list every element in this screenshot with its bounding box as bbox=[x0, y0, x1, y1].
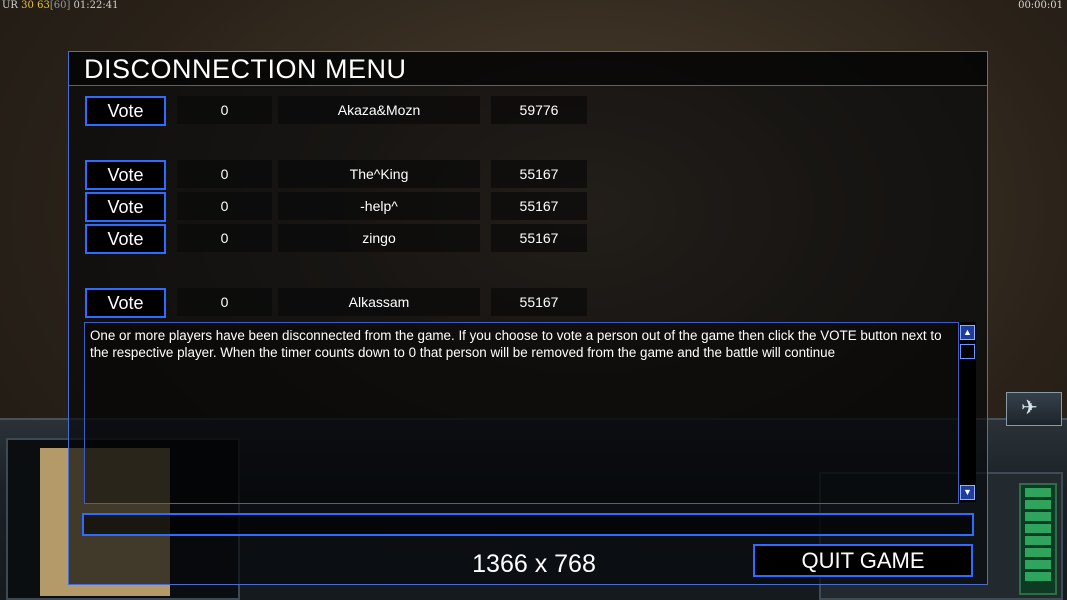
resolution-label: 1366 x 768 bbox=[472, 550, 596, 578]
dialog-title: DISCONNECTION MENU bbox=[84, 54, 407, 84]
player-name: The^King bbox=[278, 160, 480, 188]
message-box: One or more players have been disconnect… bbox=[84, 322, 959, 504]
vote-count: 0 bbox=[177, 160, 272, 188]
vote-count: 0 bbox=[177, 224, 272, 252]
satellite-icon[interactable]: ✈ bbox=[1006, 392, 1062, 426]
scroll-down-icon[interactable]: ▼ bbox=[960, 485, 975, 500]
player-timer: 55167 bbox=[491, 224, 587, 252]
player-timer: 55167 bbox=[491, 192, 587, 220]
vote-button[interactable]: Vote bbox=[85, 224, 166, 254]
vote-button[interactable]: Vote bbox=[85, 160, 166, 190]
player-timer: 59776 bbox=[491, 96, 587, 124]
player-name: Alkassam bbox=[278, 288, 480, 316]
vote-count: 0 bbox=[177, 192, 272, 220]
player-timer: 55167 bbox=[491, 160, 587, 188]
vote-count: 0 bbox=[177, 288, 272, 316]
top-right-clock: 00:00:01 bbox=[1018, 0, 1063, 11]
player-name: Akaza&Mozn bbox=[278, 96, 480, 124]
chat-input[interactable] bbox=[82, 513, 974, 536]
performance-stats: UR 30 63[60] 01:22:41 bbox=[2, 0, 118, 11]
stat-bracket: [60] bbox=[49, 0, 71, 11]
player-timer: 55167 bbox=[491, 288, 587, 316]
player-name: zingo bbox=[278, 224, 480, 252]
stat-value: 63 bbox=[37, 0, 50, 11]
game-time: 01:22:41 bbox=[73, 0, 119, 11]
message-scrollbar[interactable]: ▲ ▼ bbox=[958, 322, 976, 502]
stat-prefix: UR bbox=[2, 0, 18, 11]
vote-button[interactable]: Vote bbox=[85, 288, 166, 318]
scroll-up-icon[interactable]: ▲ bbox=[960, 325, 975, 340]
quit-game-button[interactable]: QUIT GAME bbox=[753, 544, 973, 577]
power-meter bbox=[1019, 483, 1057, 595]
disconnection-dialog: DISCONNECTION MENU Vote 0 Akaza&Mozn 597… bbox=[68, 51, 988, 585]
title-bar: DISCONNECTION MENU bbox=[69, 52, 987, 86]
vote-count: 0 bbox=[177, 96, 272, 124]
scroll-thumb[interactable] bbox=[960, 344, 975, 359]
message-text: One or more players have been disconnect… bbox=[90, 328, 942, 360]
vote-button[interactable]: Vote bbox=[85, 96, 166, 126]
player-name: -help^ bbox=[278, 192, 480, 220]
stat-fps: 30 bbox=[21, 0, 34, 11]
vote-button[interactable]: Vote bbox=[85, 192, 166, 222]
